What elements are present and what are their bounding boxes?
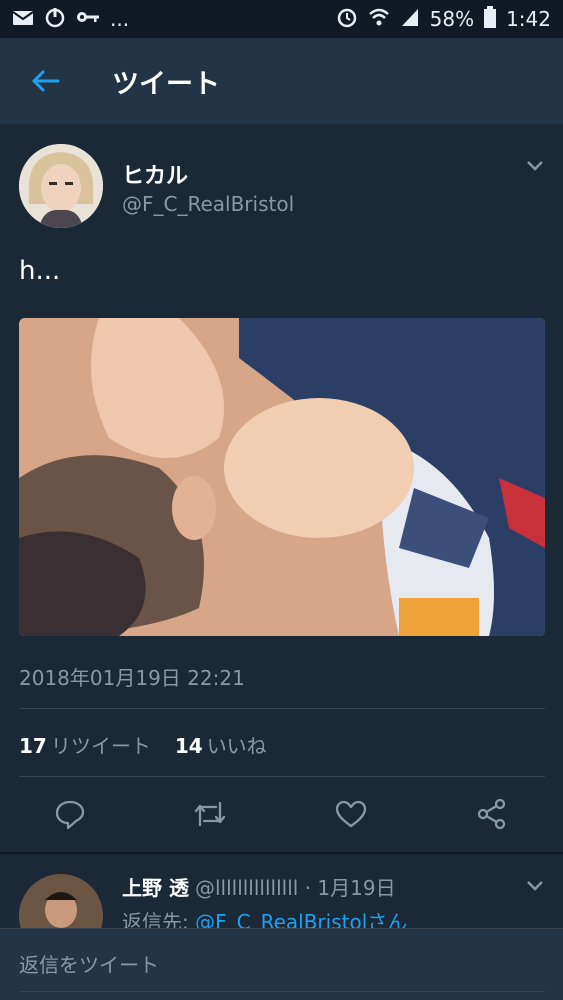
signal-icon: [400, 7, 420, 32]
chevron-down-icon[interactable]: [525, 154, 545, 178]
reply-icon: [55, 800, 85, 830]
back-button[interactable]: [0, 38, 90, 124]
power-icon: [44, 6, 66, 33]
status-right: 58% 1:42: [336, 5, 551, 33]
avatar[interactable]: [19, 144, 103, 228]
alarm-icon: [336, 6, 358, 33]
reply-input[interactable]: [19, 945, 539, 985]
reply-compose-bar: [0, 928, 563, 1000]
status-left: ...: [12, 6, 129, 33]
battery-percent: 58%: [429, 7, 475, 31]
status-more: ...: [110, 7, 130, 31]
page-title: ツイート: [112, 68, 220, 100]
reply-author[interactable]: 上野 透 @lllllllllllllll · 1月19日: [122, 872, 396, 901]
reply-button[interactable]: [50, 796, 90, 832]
wifi-icon: [368, 7, 390, 32]
clock: 1:42: [506, 7, 551, 31]
tweet-text: h...: [19, 256, 61, 286]
section-separator: [0, 852, 563, 854]
tweet-author-name[interactable]: ヒカル: [122, 158, 188, 190]
key-icon: [76, 9, 100, 30]
app-bar: ツイート: [0, 38, 563, 124]
retweet-icon: [194, 801, 226, 827]
like-stat[interactable]: 14 いいね: [175, 730, 267, 759]
status-bar: ... 58% 1:42: [0, 0, 563, 38]
reply-tweet[interactable]: 上野 透 @lllllllllllllll · 1月19日 返信先: @F_C_R…: [0, 856, 563, 932]
divider: [19, 776, 545, 777]
compose-underline: [19, 991, 545, 992]
like-button[interactable]: [331, 796, 371, 832]
reply-avatar[interactable]: [19, 874, 103, 932]
heart-icon: [335, 800, 367, 828]
like-label: いいね: [206, 734, 267, 758]
retweet-count: 17: [19, 734, 47, 758]
tweet-actions: [0, 784, 563, 840]
mail-icon: [12, 7, 34, 32]
tweet-author-handle[interactable]: @F_C_RealBristol: [122, 192, 294, 216]
tweet-timestamp: 2018年01月19日 22:21: [19, 666, 245, 690]
tweet-photo[interactable]: [19, 318, 545, 636]
like-count: 14: [174, 734, 203, 758]
tweet-stats: 17 リツイート 14 いいね: [19, 730, 267, 759]
retweet-label: リツイート: [50, 734, 151, 758]
back-arrow-icon: [32, 70, 60, 92]
battery-icon: [484, 5, 497, 33]
reply-author-name: 上野 透: [122, 876, 189, 900]
retweet-stat[interactable]: 17 リツイート: [19, 730, 151, 759]
share-button[interactable]: [472, 796, 512, 832]
reply-meta: @lllllllllllllll · 1月19日: [194, 876, 396, 900]
chevron-down-icon[interactable]: [525, 874, 545, 898]
divider: [19, 708, 545, 709]
retweet-button[interactable]: [190, 796, 230, 832]
share-icon: [477, 798, 506, 830]
